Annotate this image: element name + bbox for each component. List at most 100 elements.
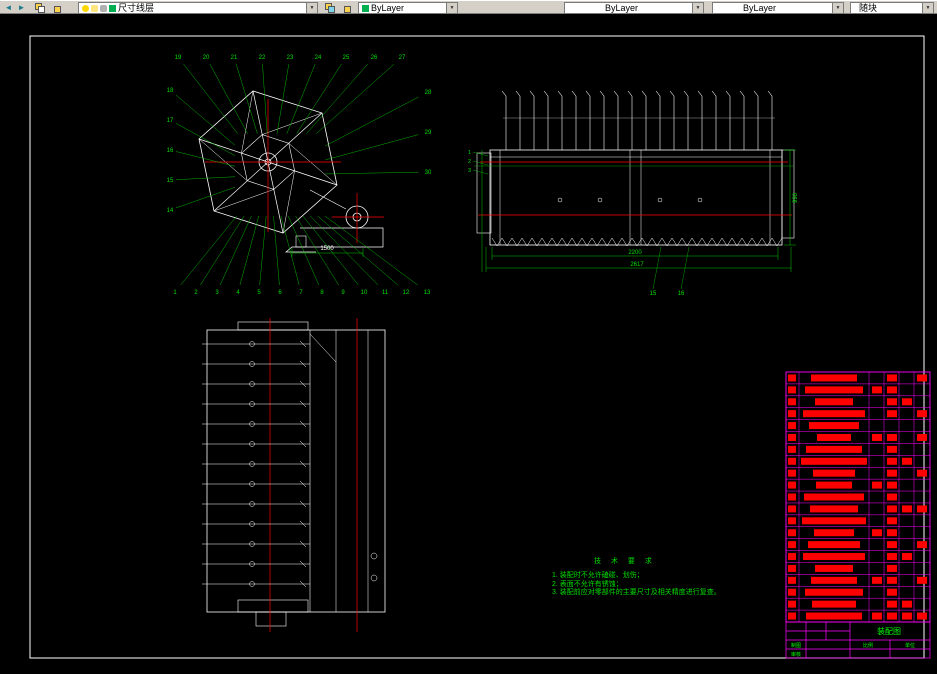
tech-requirement-item: 3. 装配前应对零部件的主要尺寸及相关精度进行复查。 xyxy=(552,589,721,598)
part-callout-number: 14 xyxy=(167,208,174,214)
part-callout-number: 29 xyxy=(425,130,432,136)
toolbar: ◄ ► 尺寸线层 ▼ ByLayer ▼ ByLayer ▼ ByLayer ▼… xyxy=(0,0,937,14)
bom-cell-text-block xyxy=(917,577,927,584)
dimension-label: 990 xyxy=(793,192,799,203)
part-callout-number: 10 xyxy=(361,290,368,296)
bom-cell-text-block xyxy=(788,589,796,596)
bom-cell-text-block xyxy=(872,577,882,584)
plotstyle-combo[interactable]: 随块 ▼ xyxy=(850,2,934,14)
chevron-down-icon[interactable]: ▼ xyxy=(832,3,843,13)
bom-cell-text-block xyxy=(788,374,796,381)
part-callout-number: 15 xyxy=(167,178,174,184)
color-combo[interactable]: ByLayer ▼ xyxy=(358,2,458,14)
bom-cell-text-block xyxy=(814,529,854,536)
bom-cell-text-block xyxy=(801,458,867,465)
part-callout-number: 13 xyxy=(424,290,431,296)
technical-requirements: 技 术 要 求 1. 装配时不允许磕碰、划伤； 2. 表面不允许有锈蚀； 3. … xyxy=(552,556,721,598)
bom-cell-text-block xyxy=(887,613,897,620)
part-callout-number: 30 xyxy=(425,170,432,176)
layer-color-swatch xyxy=(109,5,116,12)
bom-cell-text-block xyxy=(788,446,796,453)
bom-cell-text-block xyxy=(887,494,897,501)
bom-cell-text-block xyxy=(887,565,897,572)
tech-requirements-title: 技 术 要 求 xyxy=(594,556,721,566)
bom-cell-text-block xyxy=(902,505,912,512)
bom-cell-text-block xyxy=(872,613,882,620)
part-callout-number: 27 xyxy=(399,55,406,61)
bom-cell-text-block xyxy=(803,410,865,417)
layer-on-bulb-icon xyxy=(82,5,89,12)
bom-cell-text-block xyxy=(917,613,927,620)
layers-icon[interactable] xyxy=(34,2,47,14)
layer-freeze-sun-icon xyxy=(91,5,98,12)
bom-cell-text-block xyxy=(917,410,927,417)
bom-cell-text-block xyxy=(788,494,796,501)
bom-cell-text-block xyxy=(887,410,897,417)
part-callout-number: 17 xyxy=(167,118,174,124)
bom-cell-text-block xyxy=(788,577,796,584)
bom-cell-text-block xyxy=(917,541,927,548)
bom-cell-text-block xyxy=(902,458,912,465)
drafter-label: 制图 xyxy=(791,642,801,649)
layer-properties-icon[interactable] xyxy=(50,2,63,14)
bom-cell-text-block xyxy=(887,577,897,584)
bom-cell-text-block xyxy=(788,482,796,489)
linetype-combo[interactable]: ByLayer ▼ xyxy=(564,2,704,14)
part-callout-number: 21 xyxy=(231,55,238,61)
bom-cell-text-block xyxy=(887,398,897,405)
layer-previous-icon[interactable] xyxy=(340,2,353,14)
part-callout-number: 16 xyxy=(678,291,685,297)
bom-cell-text-block xyxy=(788,529,796,536)
part-callout-number: 23 xyxy=(287,55,294,61)
bom-cell-text-block xyxy=(788,470,796,477)
bom-cell-text-block xyxy=(815,565,853,572)
part-callout-number: 28 xyxy=(425,90,432,96)
bom-cell-text-block xyxy=(803,553,865,560)
bom-cell-text-block xyxy=(887,541,897,548)
part-callout-number: 3 xyxy=(468,168,471,174)
bom-cell-text-block xyxy=(808,541,860,548)
bom-cell-text-block xyxy=(788,410,796,417)
part-callout-number: 11 xyxy=(382,290,389,296)
layer-name: 尺寸线层 xyxy=(118,3,154,13)
layer-lock-icon xyxy=(100,5,107,12)
part-callout-number: 18 xyxy=(167,88,174,94)
layer-combo[interactable]: 尺寸线层 ▼ xyxy=(78,2,318,14)
chevron-down-icon[interactable]: ▼ xyxy=(692,3,703,13)
bom-cell-text-block xyxy=(806,613,862,620)
bom-cell-text-block xyxy=(902,613,912,620)
chevron-down-icon[interactable]: ▼ xyxy=(306,3,317,13)
part-callout-number: 1 xyxy=(468,150,471,156)
tech-requirement-item: 2. 表面不允许有锈蚀； xyxy=(552,581,721,590)
bom-cell-text-block xyxy=(809,422,859,429)
part-callout-number: 24 xyxy=(315,55,322,61)
bom-cell-text-block xyxy=(813,470,855,477)
scale-label: 比例 xyxy=(863,642,873,649)
drawing-canvas[interactable]: 1500 19202122232425262728293018171615141… xyxy=(0,0,937,674)
bom-cell-text-block xyxy=(788,613,796,620)
bom-cell-text-block xyxy=(805,589,863,596)
forward-icon[interactable]: ► xyxy=(15,2,28,14)
back-icon[interactable]: ◄ xyxy=(2,2,15,14)
unit-label: 单位 xyxy=(905,642,915,649)
linetype-value: ByLayer xyxy=(605,3,638,13)
bom-cell-text-block xyxy=(816,482,852,489)
bom-cell-text-block xyxy=(887,386,897,393)
bom-cell-text-block xyxy=(902,601,912,608)
bom-cell-text-block xyxy=(815,398,853,405)
chevron-down-icon[interactable]: ▼ xyxy=(446,3,457,13)
bom-cell-text-block xyxy=(887,517,897,524)
bom-cell-text-block xyxy=(788,434,796,441)
part-callout-number: 2 xyxy=(468,159,471,165)
part-callout-number: 22 xyxy=(259,55,266,61)
plotstyle-value: 随块 xyxy=(859,3,877,13)
current-color-swatch xyxy=(362,5,369,12)
lineweight-combo[interactable]: ByLayer ▼ xyxy=(712,2,844,14)
make-object-layer-current-icon[interactable] xyxy=(324,2,337,14)
checker-label: 审核 xyxy=(791,651,801,658)
bom-cell-text-block xyxy=(788,517,796,524)
chevron-down-icon[interactable]: ▼ xyxy=(922,3,933,13)
bom-cell-text-block xyxy=(811,374,857,381)
part-callout-number: 26 xyxy=(371,55,378,61)
drawing-title: 装配图 xyxy=(877,626,901,636)
